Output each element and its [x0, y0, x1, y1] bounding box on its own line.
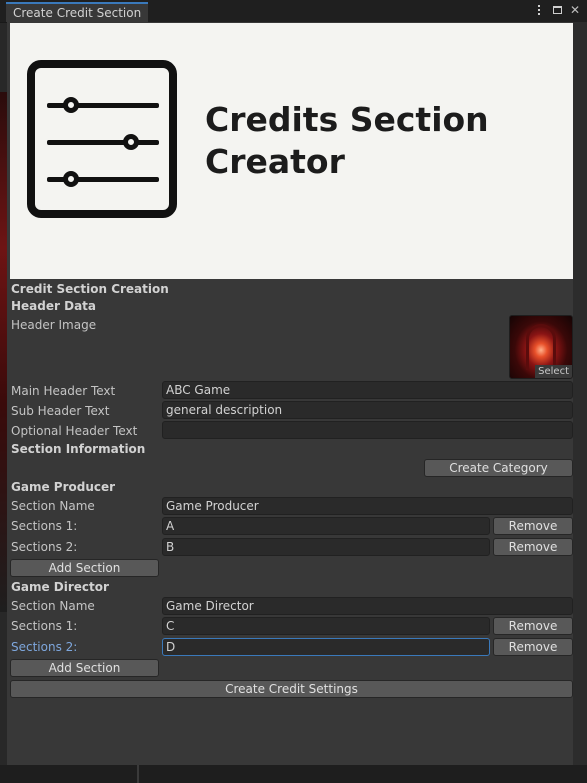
section-entry-field-focused[interactable]: D: [162, 638, 490, 656]
scrollbar-track[interactable]: [573, 22, 587, 765]
section-entry-field[interactable]: B: [162, 538, 490, 556]
category-title: Game Producer: [11, 480, 116, 494]
section-entry-label-active: Sections 2:: [11, 640, 78, 654]
section-entry-label: Sections 1:: [11, 619, 78, 633]
section-entry-field[interactable]: C: [162, 617, 490, 635]
banner-title-line2: Creator: [205, 142, 345, 181]
section-entry-label: Sections 1:: [11, 519, 78, 533]
add-section-button[interactable]: Add Section: [10, 659, 159, 677]
window-tab[interactable]: Create Credit Section: [6, 2, 148, 22]
remove-section-button[interactable]: Remove: [493, 638, 573, 656]
sub-header-label: Sub Header Text: [11, 404, 110, 418]
close-icon[interactable]: ✕: [569, 3, 581, 17]
sliders-logo-icon: [27, 60, 177, 218]
banner-image: Credits Section Creator: [10, 23, 573, 279]
category-title: Game Director: [11, 580, 109, 594]
section-entry-field[interactable]: A: [162, 517, 490, 535]
more-menu-icon[interactable]: [533, 3, 545, 17]
section-name-field[interactable]: Game Producer: [162, 497, 573, 515]
create-category-button[interactable]: Create Category: [424, 459, 573, 477]
section-entry-label: Sections 2:: [11, 540, 78, 554]
optional-header-label: Optional Header Text: [11, 424, 138, 438]
main-header-field[interactable]: ABC Game: [162, 381, 573, 399]
remove-section-button[interactable]: Remove: [493, 517, 573, 535]
header-data-heading: Header Data: [11, 299, 96, 313]
section-name-label: Section Name: [11, 499, 95, 513]
window-titlebar: Create Credit Section ✕: [0, 0, 587, 23]
maximize-icon[interactable]: [551, 3, 563, 17]
section-info-heading: Section Information: [11, 442, 146, 456]
add-section-button[interactable]: Add Section: [10, 559, 159, 577]
remove-section-button[interactable]: Remove: [493, 617, 573, 635]
remove-section-button[interactable]: Remove: [493, 538, 573, 556]
banner-title: Credits Section Creator: [205, 99, 489, 183]
background-status-strip: [0, 765, 587, 783]
main-header-label: Main Header Text: [11, 384, 116, 398]
header-image-label: Header Image: [11, 318, 97, 332]
section-name-field[interactable]: Game Director: [162, 597, 573, 615]
header-image-preview: [526, 324, 556, 370]
main-heading: Credit Section Creation: [11, 282, 169, 296]
section-name-label: Section Name: [11, 599, 95, 613]
optional-header-field[interactable]: [162, 421, 573, 439]
header-image-select-button[interactable]: Select: [535, 365, 572, 378]
header-image-picker[interactable]: Select: [509, 315, 573, 379]
banner-title-line1: Credits Section: [205, 100, 489, 139]
sub-header-field[interactable]: general description: [162, 401, 573, 419]
window-controls: ✕: [533, 3, 581, 17]
create-credit-settings-button[interactable]: Create Credit Settings: [10, 680, 573, 698]
window-title: Create Credit Section: [13, 6, 142, 20]
